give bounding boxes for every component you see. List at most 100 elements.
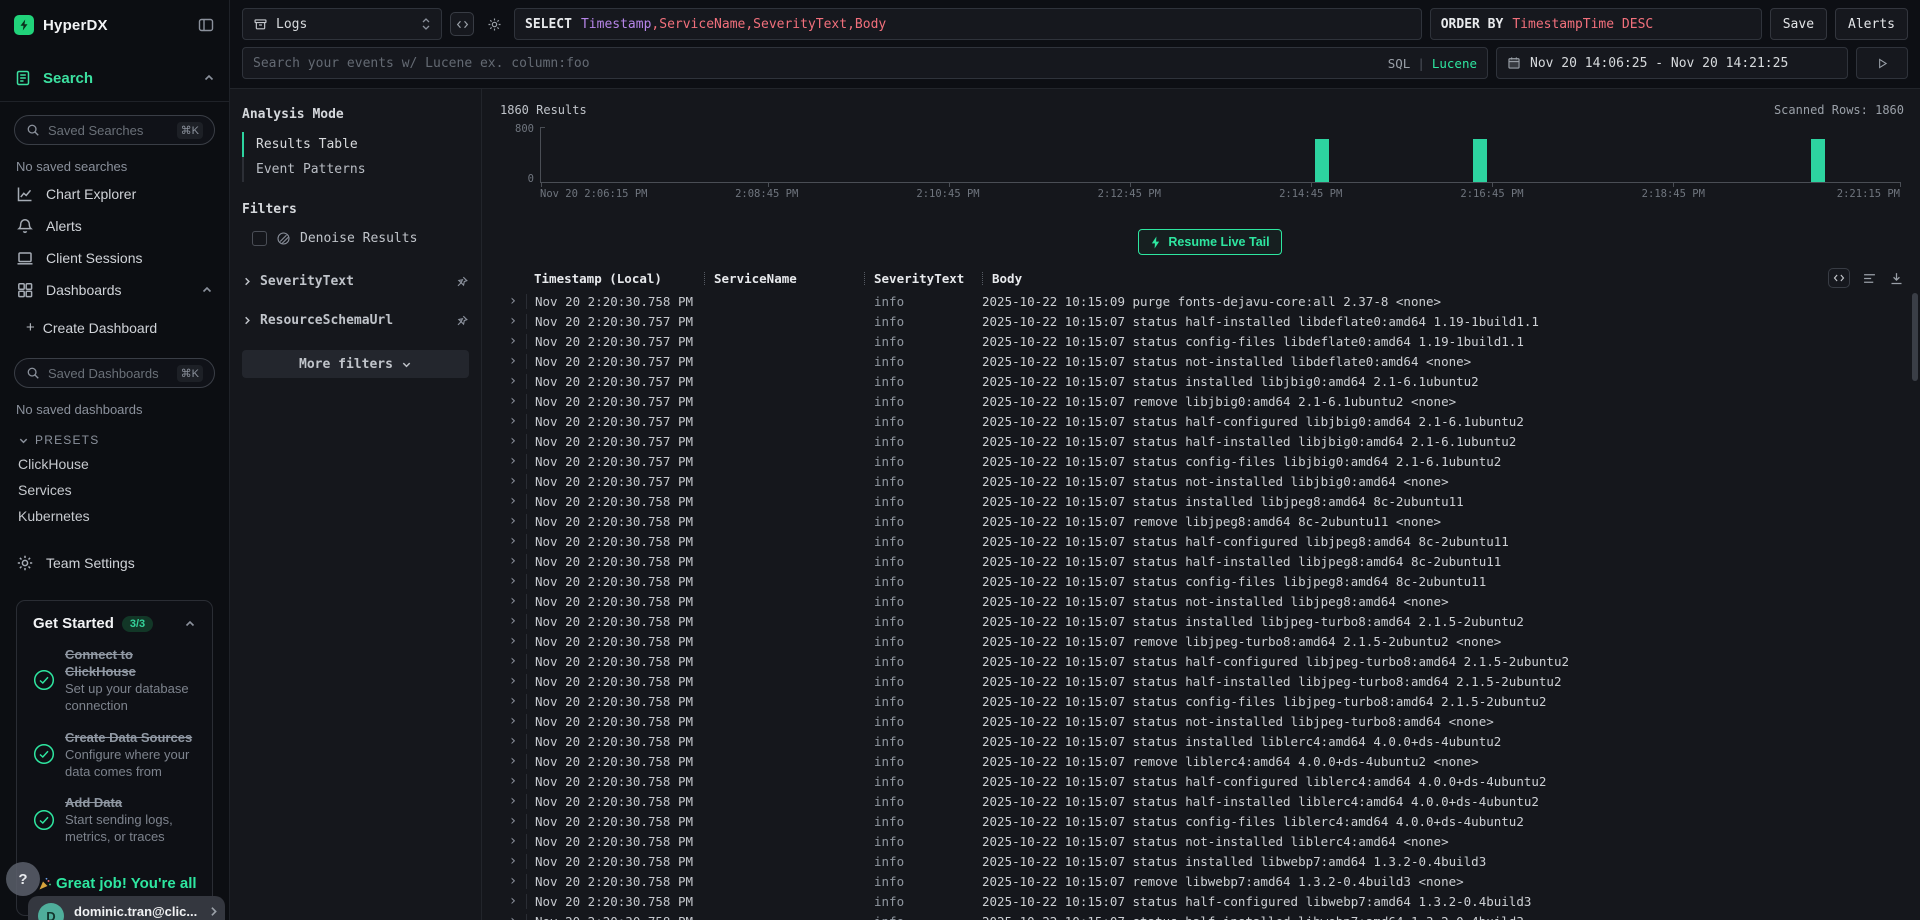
table-row[interactable]: ›Nov 20 2:20:30.758 PMinfo2025-10-22 10:…	[500, 531, 1920, 551]
resume-live-tail-button[interactable]: Resume Live Tail	[1138, 229, 1281, 255]
row-expand-chevron-icon[interactable]: ›	[500, 333, 526, 349]
table-row[interactable]: ›Nov 20 2:20:30.758 PMinfo2025-10-22 10:…	[500, 791, 1920, 811]
table-row[interactable]: ›Nov 20 2:20:30.758 PMinfo2025-10-22 10:…	[500, 591, 1920, 611]
event-search-box[interactable]: SQL | Lucene	[242, 47, 1488, 79]
mode-results-table[interactable]: Results Table	[242, 132, 469, 157]
row-expand-chevron-icon[interactable]: ›	[500, 533, 526, 549]
view-source-code-icon[interactable]	[1828, 268, 1850, 288]
row-expand-chevron-icon[interactable]: ›	[500, 433, 526, 449]
mode-event-patterns[interactable]: Event Patterns	[242, 157, 469, 182]
code-toggle-button[interactable]	[450, 12, 474, 36]
download-icon[interactable]	[1889, 271, 1904, 286]
table-row[interactable]: ›Nov 20 2:20:30.757 PMinfo2025-10-22 10:…	[500, 451, 1920, 471]
table-row[interactable]: ›Nov 20 2:20:30.757 PMinfo2025-10-22 10:…	[500, 411, 1920, 431]
get-started-item-add-data[interactable]: Add Data Start sending logs, metrics, or…	[33, 794, 196, 845]
save-button[interactable]: Save	[1770, 8, 1827, 40]
presets-toggle[interactable]: PRESETS	[14, 421, 215, 451]
lang-lucene-option[interactable]: Lucene	[1432, 56, 1477, 71]
table-row[interactable]: ›Nov 20 2:20:30.758 PMinfo2025-10-22 10:…	[500, 291, 1920, 311]
table-row[interactable]: ›Nov 20 2:20:30.758 PMinfo2025-10-22 10:…	[500, 671, 1920, 691]
row-expand-chevron-icon[interactable]: ›	[500, 833, 526, 849]
create-dashboard-button[interactable]: + Create Dashboard	[14, 310, 215, 345]
table-row[interactable]: ›Nov 20 2:20:30.758 PMinfo2025-10-22 10:…	[500, 731, 1920, 751]
get-started-item-connect[interactable]: Connect to ClickHouse Set up your databa…	[33, 646, 196, 715]
run-query-button[interactable]	[1856, 47, 1908, 79]
row-expand-chevron-icon[interactable]: ›	[500, 753, 526, 769]
table-row[interactable]: ›Nov 20 2:20:30.758 PMinfo2025-10-22 10:…	[500, 771, 1920, 791]
sidebar-item-dashboards[interactable]: Dashboards	[14, 274, 215, 306]
row-expand-chevron-icon[interactable]: ›	[500, 413, 526, 429]
chevron-up-icon[interactable]	[201, 284, 213, 296]
help-button[interactable]: ?	[6, 862, 40, 896]
row-expand-chevron-icon[interactable]: ›	[500, 593, 526, 609]
table-row[interactable]: ›Nov 20 2:20:30.757 PMinfo2025-10-22 10:…	[500, 331, 1920, 351]
table-row[interactable]: ›Nov 20 2:20:30.758 PMinfo2025-10-22 10:…	[500, 911, 1920, 920]
row-expand-chevron-icon[interactable]: ›	[500, 853, 526, 869]
source-settings-gear-icon[interactable]	[482, 12, 506, 36]
column-header-servicename[interactable]: ServiceName	[704, 271, 864, 286]
row-expand-chevron-icon[interactable]: ›	[500, 353, 526, 369]
column-header-timestamp[interactable]: Timestamp (Local)	[526, 271, 704, 286]
row-expand-chevron-icon[interactable]: ›	[500, 393, 526, 409]
sidebar-item-client-sessions[interactable]: Client Sessions	[14, 242, 215, 274]
order-by-input[interactable]: ORDER BY TimestampTime DESC	[1430, 8, 1762, 40]
row-expand-chevron-icon[interactable]: ›	[500, 873, 526, 889]
table-row[interactable]: ›Nov 20 2:20:30.758 PMinfo2025-10-22 10:…	[500, 691, 1920, 711]
filter-group-resourceschemaurl[interactable]: ResourceSchemaUrl	[242, 313, 469, 328]
row-expand-chevron-icon[interactable]: ›	[500, 573, 526, 589]
lang-sql-option[interactable]: SQL	[1388, 56, 1411, 71]
more-filters-button[interactable]: More filters	[242, 350, 469, 378]
row-expand-chevron-icon[interactable]: ›	[500, 673, 526, 689]
table-row[interactable]: ›Nov 20 2:20:30.758 PMinfo2025-10-22 10:…	[500, 551, 1920, 571]
saved-dashboards-field[interactable]	[48, 366, 169, 381]
preset-item-clickhouse[interactable]: ClickHouse	[14, 451, 215, 477]
date-range-picker[interactable]: Nov 20 14:06:25 - Nov 20 14:21:25	[1496, 47, 1848, 79]
row-expand-chevron-icon[interactable]: ›	[500, 713, 526, 729]
row-expand-chevron-icon[interactable]: ›	[500, 473, 526, 489]
chevron-up-icon[interactable]	[184, 618, 196, 630]
sidebar-collapse-icon[interactable]	[197, 16, 215, 34]
row-expand-chevron-icon[interactable]: ›	[500, 373, 526, 389]
sidebar-item-team-settings[interactable]: Team Settings	[14, 547, 215, 579]
table-row[interactable]: ›Nov 20 2:20:30.758 PMinfo2025-10-22 10:…	[500, 891, 1920, 911]
row-expand-chevron-icon[interactable]: ›	[500, 553, 526, 569]
row-expand-chevron-icon[interactable]: ›	[500, 653, 526, 669]
table-row[interactable]: ›Nov 20 2:20:30.758 PMinfo2025-10-22 10:…	[500, 871, 1920, 891]
table-row[interactable]: ›Nov 20 2:20:30.757 PMinfo2025-10-22 10:…	[500, 311, 1920, 331]
column-header-severitytext[interactable]: SeverityText	[864, 271, 982, 286]
table-row[interactable]: ›Nov 20 2:20:30.758 PMinfo2025-10-22 10:…	[500, 571, 1920, 591]
sidebar-item-search[interactable]: Search	[0, 69, 229, 87]
table-row[interactable]: ›Nov 20 2:20:30.758 PMinfo2025-10-22 10:…	[500, 711, 1920, 731]
table-row[interactable]: ›Nov 20 2:20:30.758 PMinfo2025-10-22 10:…	[500, 491, 1920, 511]
table-row[interactable]: ›Nov 20 2:20:30.757 PMinfo2025-10-22 10:…	[500, 471, 1920, 491]
row-expand-chevron-icon[interactable]: ›	[500, 813, 526, 829]
row-expand-chevron-icon[interactable]: ›	[500, 293, 526, 309]
denoise-checkbox[interactable]	[252, 231, 267, 246]
table-row[interactable]: ›Nov 20 2:20:30.757 PMinfo2025-10-22 10:…	[500, 431, 1920, 451]
row-expand-chevron-icon[interactable]: ›	[500, 633, 526, 649]
scrollbar-thumb[interactable]	[1912, 293, 1918, 381]
row-expand-chevron-icon[interactable]: ›	[500, 493, 526, 509]
row-expand-chevron-icon[interactable]: ›	[500, 513, 526, 529]
table-row[interactable]: ›Nov 20 2:20:30.758 PMinfo2025-10-22 10:…	[500, 611, 1920, 631]
pin-icon[interactable]	[455, 275, 469, 289]
event-search-input[interactable]	[253, 56, 1380, 71]
filter-group-severitytext[interactable]: SeverityText	[242, 274, 469, 289]
column-header-body[interactable]: Body	[982, 271, 1022, 286]
preset-item-services[interactable]: Services	[14, 477, 215, 503]
table-row[interactable]: ›Nov 20 2:20:30.758 PMinfo2025-10-22 10:…	[500, 651, 1920, 671]
get-started-item-datasources[interactable]: Create Data Sources Configure where your…	[33, 729, 196, 780]
row-expand-chevron-icon[interactable]: ›	[500, 913, 526, 920]
row-expand-chevron-icon[interactable]: ›	[500, 693, 526, 709]
sidebar-item-alerts[interactable]: Alerts	[14, 210, 215, 242]
source-select[interactable]: Logs	[242, 8, 442, 40]
table-row[interactable]: ›Nov 20 2:20:30.758 PMinfo2025-10-22 10:…	[500, 631, 1920, 651]
row-expand-chevron-icon[interactable]: ›	[500, 893, 526, 909]
table-row[interactable]: ›Nov 20 2:20:30.758 PMinfo2025-10-22 10:…	[500, 831, 1920, 851]
row-expand-chevron-icon[interactable]: ›	[500, 613, 526, 629]
row-expand-chevron-icon[interactable]: ›	[500, 793, 526, 809]
table-row[interactable]: ›Nov 20 2:20:30.758 PMinfo2025-10-22 10:…	[500, 811, 1920, 831]
sidebar-item-chart-explorer[interactable]: Chart Explorer	[14, 178, 215, 210]
table-row[interactable]: ›Nov 20 2:20:30.758 PMinfo2025-10-22 10:…	[500, 751, 1920, 771]
table-row[interactable]: ›Nov 20 2:20:30.757 PMinfo2025-10-22 10:…	[500, 371, 1920, 391]
